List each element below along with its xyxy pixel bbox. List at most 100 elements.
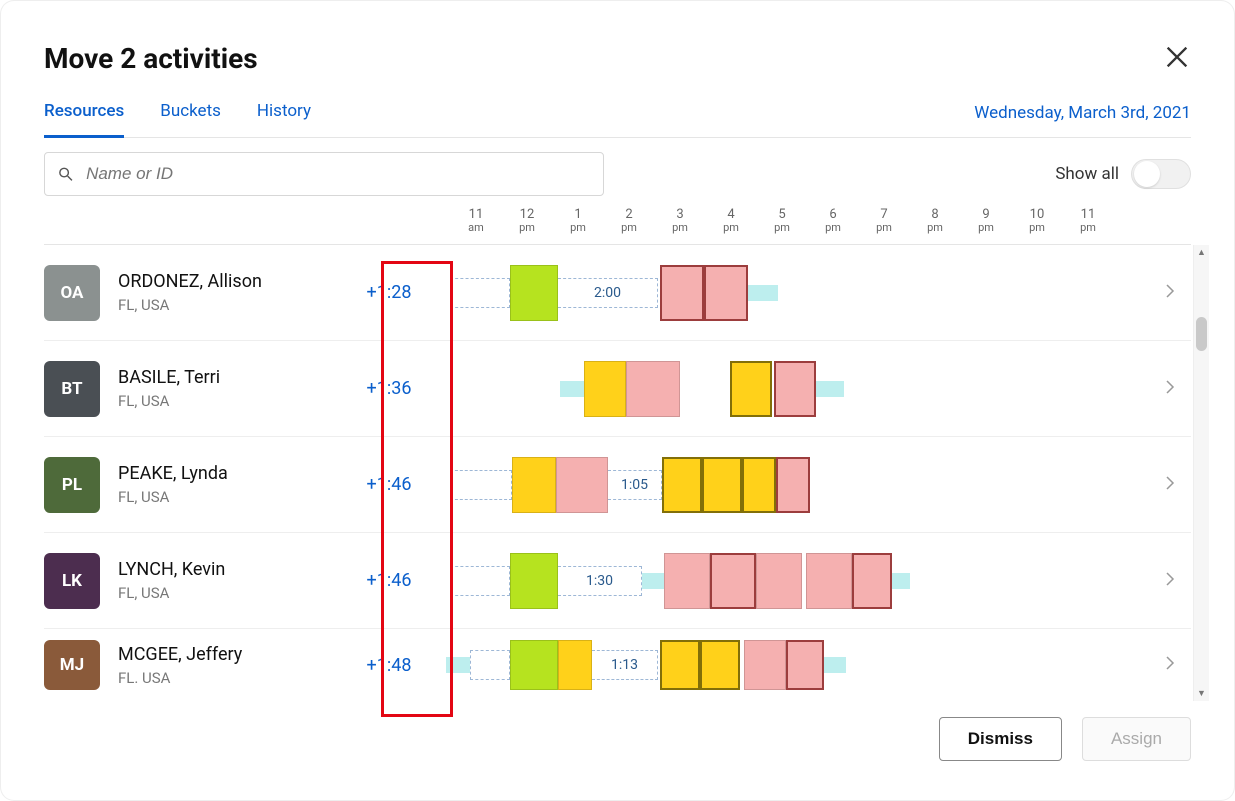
chevron-right-icon (1161, 378, 1179, 396)
activity-block[interactable] (786, 640, 824, 690)
hour-label: 11pm (1080, 208, 1096, 233)
hour-label: 7pm (876, 208, 892, 233)
activity-block[interactable] (852, 553, 892, 609)
activity-block[interactable] (660, 640, 700, 690)
activity-block[interactable] (510, 553, 558, 609)
schedule-track: 2:00 (430, 265, 1161, 321)
dismiss-button[interactable]: Dismiss (939, 717, 1062, 761)
gap-duration: 1:05 (608, 470, 662, 500)
expand-row-button[interactable] (1161, 474, 1191, 496)
hour-label: 3pm (672, 208, 688, 233)
scrollbar[interactable]: ▲ ▼ (1193, 245, 1209, 701)
travel-segment (748, 285, 778, 301)
resource-row[interactable]: LKLYNCH, KevinFL, USA+1:461:30 (44, 533, 1191, 629)
travel-segment (446, 657, 470, 673)
hour-label: 8pm (927, 208, 943, 233)
expand-row-button[interactable] (1161, 654, 1191, 676)
expand-row-button[interactable] (1161, 282, 1191, 304)
activity-block[interactable] (510, 640, 558, 690)
time-delta: +1:48 (358, 655, 420, 676)
activity-block[interactable] (512, 457, 556, 513)
chevron-right-icon (1161, 570, 1179, 588)
tab-buckets[interactable]: Buckets (160, 101, 221, 137)
tab-history[interactable]: History (257, 101, 311, 137)
scroll-down-icon[interactable]: ▼ (1194, 688, 1209, 699)
activity-block[interactable] (700, 640, 740, 690)
expand-row-button[interactable] (1161, 570, 1191, 592)
dialog-title: Move 2 activities (44, 42, 258, 75)
schedule-track: 1:05 (430, 457, 1161, 513)
activity-block[interactable] (702, 457, 742, 513)
activity-block[interactable] (558, 640, 592, 690)
search-icon (57, 165, 74, 183)
activity-block[interactable] (776, 457, 810, 513)
resource-row[interactable]: PL PEAKE, Lynda FL, USA+1:46 1:05 (44, 437, 1191, 533)
close-button[interactable] (1163, 43, 1191, 75)
avatar: OA (44, 265, 100, 321)
search-input[interactable] (84, 163, 591, 185)
travel-segment (816, 381, 844, 397)
resource-location: FL, USA (118, 392, 358, 410)
time-delta: +1:46 (358, 570, 420, 591)
gap-duration: 1:13 (592, 650, 658, 680)
resource-name: PEAKE, Lynda (118, 463, 358, 484)
activity-block[interactable] (744, 640, 786, 690)
activity-block[interactable] (662, 457, 702, 513)
tab-resources[interactable]: Resources (44, 101, 124, 138)
timeline-header: 11am12pm1pm2pm3pm4pm5pm6pm7pm8pm9pm10pm1… (44, 202, 1191, 244)
resource-info: ORDONEZ, AllisonFL, USA (118, 271, 358, 314)
hour-label: 12pm (519, 208, 535, 233)
activity-block[interactable] (774, 361, 816, 417)
show-all-toggle[interactable] (1131, 159, 1191, 189)
expand-row-button[interactable] (1161, 378, 1191, 400)
schedule-track: 1:13 (430, 640, 1161, 690)
activity-block[interactable] (756, 553, 802, 609)
activity-block[interactable] (660, 265, 704, 321)
avatar: MJ (44, 640, 100, 690)
gap-duration: 1:30 (558, 566, 642, 596)
activity-block[interactable] (704, 265, 748, 321)
travel-segment (892, 573, 910, 589)
scroll-thumb[interactable] (1196, 317, 1207, 351)
chevron-right-icon (1161, 282, 1179, 300)
resource-location: FL. USA (118, 669, 358, 687)
activity-block[interactable] (664, 553, 710, 609)
time-delta: +1:36 (358, 378, 420, 399)
hour-label: 1pm (570, 208, 586, 233)
activity-block[interactable] (742, 457, 776, 513)
resource-row[interactable]: BTBASILE, TerriFL, USA+1:36 (44, 341, 1191, 437)
close-icon (1163, 43, 1191, 71)
resource-row[interactable]: MJ MCGEE, Jeffery FL. USA+1:48 1:13 (44, 629, 1191, 701)
hour-label: 6pm (825, 208, 841, 233)
search-box[interactable] (44, 152, 604, 196)
time-delta: +1:46 (358, 474, 420, 495)
activity-block[interactable] (510, 265, 558, 321)
avatar: PL (44, 457, 100, 513)
placeholder-slot (450, 566, 510, 596)
hour-label: 4pm (723, 208, 739, 233)
date-picker[interactable]: Wednesday, March 3rd, 2021 (974, 103, 1191, 137)
activity-block[interactable] (626, 361, 680, 417)
resource-info: BASILE, TerriFL, USA (118, 367, 358, 410)
placeholder-slot (450, 470, 512, 500)
activity-block[interactable] (710, 553, 756, 609)
activity-block[interactable] (584, 361, 626, 417)
activity-block[interactable] (556, 457, 608, 513)
resource-name: MCGEE, Jeffery (118, 644, 358, 665)
hour-label: 11am (468, 208, 484, 233)
tab-bar: Resources Buckets History (44, 101, 311, 137)
chevron-right-icon (1161, 654, 1179, 672)
activity-block[interactable] (806, 553, 852, 609)
time-delta: +1:28 (358, 282, 420, 303)
travel-segment (560, 381, 584, 397)
resource-info: LYNCH, KevinFL, USA (118, 559, 358, 602)
scroll-up-icon[interactable]: ▲ (1194, 247, 1209, 258)
assign-button: Assign (1082, 717, 1191, 761)
activity-block[interactable] (730, 361, 772, 417)
travel-segment (642, 573, 664, 589)
resource-location: FL, USA (118, 488, 358, 506)
resource-info: PEAKE, Lynda FL, USA (118, 463, 358, 506)
resource-row[interactable]: OA ORDONEZ, AllisonFL, USA+1:28 2:00 (44, 245, 1191, 341)
resource-name: LYNCH, Kevin (118, 559, 358, 580)
hour-label: 10pm (1029, 208, 1045, 233)
